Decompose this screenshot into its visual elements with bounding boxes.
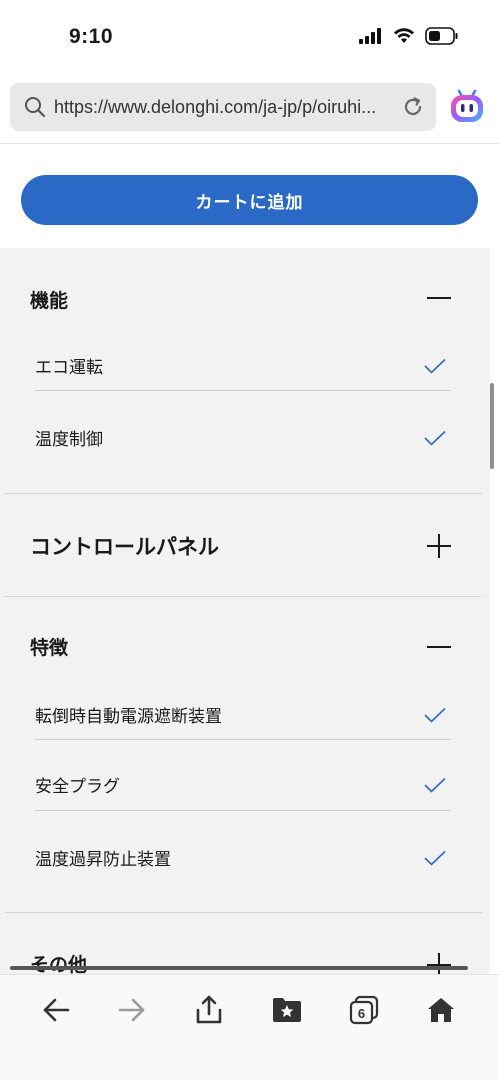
share-button[interactable]: [194, 995, 224, 1025]
assistant-extension-icon[interactable]: [449, 88, 485, 124]
cellular-signal-icon: [359, 28, 381, 44]
add-to-cart-button[interactable]: カートに追加: [21, 175, 478, 225]
section-title-other[interactable]: その他: [30, 950, 87, 974]
search-icon: [25, 97, 46, 118]
section-divider: [5, 493, 482, 494]
tabs-button[interactable]: 6: [349, 995, 379, 1025]
status-icons: [359, 27, 459, 45]
expand-plus-icon[interactable]: [426, 533, 452, 559]
section-title-features[interactable]: 特徴: [30, 633, 68, 660]
bookmark-folder-star-icon: [273, 998, 301, 1022]
feature-item-temp-control: 温度制御: [35, 430, 103, 449]
feature-item-tip-over-switch: 転倒時自動電源遮断装置: [35, 707, 222, 726]
page-scroll-edge: [10, 966, 468, 970]
forward-button[interactable]: [117, 995, 147, 1025]
cart-area: カートに追加: [0, 145, 499, 248]
status-bar: 9:10: [0, 0, 499, 72]
feature-item-safety-plug: 安全プラグ: [35, 777, 120, 796]
tabs-icon: 6: [349, 995, 379, 1025]
check-icon: [424, 777, 446, 793]
bookmarks-button[interactable]: [272, 995, 302, 1025]
home-icon: [428, 998, 454, 1022]
row-divider: [35, 390, 451, 391]
wifi-icon: [394, 28, 414, 43]
collapse-minus-icon[interactable]: [426, 634, 452, 660]
battery-icon: [425, 27, 458, 45]
check-icon: [424, 707, 446, 723]
feature-item-eco: エコ運転: [35, 358, 103, 377]
section-title-control-panel[interactable]: コントロールパネル: [30, 531, 219, 561]
feature-item-overheat-protection: 温度過昇防止装置: [35, 850, 171, 869]
url-text: https://www.delonghi.com/ja-jp/p/oiruhi.…: [54, 96, 377, 117]
reload-icon[interactable]: [402, 96, 424, 118]
row-divider: [35, 739, 451, 740]
check-icon: [424, 850, 446, 866]
check-icon: [424, 430, 446, 446]
address-bar[interactable]: https://www.delonghi.com/ja-jp/p/oiruhi.…: [10, 83, 436, 131]
browser-address-area: https://www.delonghi.com/ja-jp/p/oiruhi.…: [0, 72, 499, 144]
check-icon: [424, 358, 446, 374]
share-icon: [196, 995, 222, 1024]
arrow-right-icon: [118, 998, 145, 1022]
row-divider: [35, 810, 451, 811]
back-button[interactable]: [41, 995, 71, 1025]
arrow-left-icon: [43, 998, 70, 1022]
section-divider: [5, 596, 482, 597]
browser-toolbar: 6: [0, 974, 499, 1080]
status-time: 9:10: [69, 25, 114, 48]
tab-count: 6: [358, 1006, 365, 1021]
spec-accordion: 機能 エコ運転 温度制御 コントロールパネル 特徴 転倒時自動電源遮断装置 安全…: [0, 248, 490, 974]
expand-plus-icon[interactable]: [426, 952, 452, 974]
home-button[interactable]: [426, 995, 456, 1025]
section-divider: [5, 912, 482, 913]
section-title-function[interactable]: 機能: [30, 286, 68, 313]
scrollbar[interactable]: [490, 383, 494, 469]
collapse-minus-icon[interactable]: [426, 285, 452, 311]
